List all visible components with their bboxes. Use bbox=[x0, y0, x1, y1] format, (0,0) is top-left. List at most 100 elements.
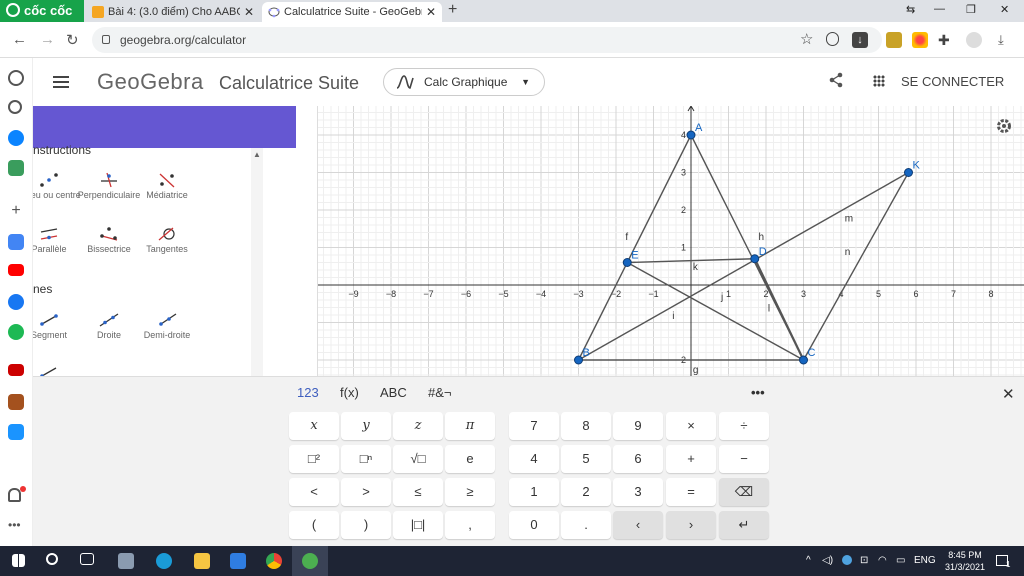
more-icon[interactable]: ••• bbox=[8, 518, 24, 534]
tray-app-icon[interactable] bbox=[842, 555, 852, 565]
messenger-icon[interactable] bbox=[8, 130, 24, 146]
extension-2-icon[interactable] bbox=[912, 32, 928, 48]
tray-app-2-icon[interactable]: ⊡ bbox=[860, 555, 868, 566]
key-1-1[interactable]: □ⁿ bbox=[341, 445, 391, 473]
key-num-2-4[interactable]: ⌫ bbox=[719, 478, 769, 506]
tools-scrollbar[interactable] bbox=[251, 148, 263, 376]
key-num-0-1[interactable]: 8 bbox=[561, 412, 611, 440]
point-A[interactable] bbox=[686, 130, 696, 140]
key-num-3-2[interactable]: ‹ bbox=[613, 511, 663, 539]
key-2-1[interactable]: > bbox=[341, 478, 391, 506]
key-num-2-0[interactable]: 1 bbox=[509, 478, 559, 506]
search-icon[interactable] bbox=[46, 553, 58, 565]
tool-segment[interactable]: Segment bbox=[33, 312, 81, 340]
key-num-3-4[interactable]: ↵ bbox=[719, 511, 769, 539]
key-num-0-3[interactable]: × bbox=[666, 412, 716, 440]
key-3-3[interactable]: , bbox=[445, 511, 495, 539]
key-num-2-1[interactable]: 2 bbox=[561, 478, 611, 506]
key-2-2[interactable]: ≤ bbox=[393, 478, 443, 506]
shield-icon[interactable] bbox=[826, 32, 839, 46]
share-icon[interactable] bbox=[829, 72, 843, 88]
restore-tabs-icon[interactable]: ⇆ bbox=[906, 3, 915, 16]
keyboard-close-button[interactable]: ✕ bbox=[1002, 385, 1015, 403]
keyboard-more-button[interactable]: ••• bbox=[751, 385, 765, 400]
tiki-icon[interactable] bbox=[8, 424, 24, 440]
key-num-0-4[interactable]: ÷ bbox=[719, 412, 769, 440]
app-icon-1[interactable] bbox=[118, 553, 134, 569]
key-num-3-0[interactable]: 0 bbox=[509, 511, 559, 539]
tool-line[interactable]: Droite bbox=[77, 312, 141, 340]
point-E[interactable] bbox=[622, 258, 632, 267]
tool-parallel[interactable]: Parallèle bbox=[33, 226, 81, 254]
key-2-0[interactable]: < bbox=[289, 478, 339, 506]
task-view-icon[interactable] bbox=[80, 553, 94, 565]
close-tab-icon[interactable]: ✕ bbox=[244, 2, 254, 22]
browser-tab-1[interactable]: Bài 4: (3.0 điểm) Cho AABC cả ✕ bbox=[86, 2, 260, 22]
chrome-icon[interactable] bbox=[266, 553, 282, 569]
add-icon[interactable]: + bbox=[8, 203, 24, 220]
download-ext-icon[interactable]: ↓ bbox=[852, 32, 868, 48]
windows-start-icon[interactable] bbox=[12, 554, 25, 567]
notification-bell-icon[interactable] bbox=[8, 488, 21, 502]
key-num-2-2[interactable]: 3 bbox=[613, 478, 663, 506]
facebook-icon[interactable] bbox=[8, 294, 24, 310]
keyboard-tab-symbols[interactable]: #&¬ bbox=[428, 385, 452, 400]
key-num-1-2[interactable]: 6 bbox=[613, 445, 663, 473]
tray-chevron-icon[interactable]: ^ bbox=[806, 555, 811, 566]
browser-tab-2[interactable]: Calculatrice Suite - GeoGebra ✕ bbox=[262, 2, 442, 22]
keyboard-tab-functions[interactable]: f(x) bbox=[340, 385, 359, 400]
key-1-0[interactable]: □² bbox=[289, 445, 339, 473]
close-tab-icon[interactable]: ✕ bbox=[426, 2, 436, 22]
key-num-0-2[interactable]: 9 bbox=[613, 412, 663, 440]
edge-icon[interactable] bbox=[156, 553, 172, 569]
key-num-1-3[interactable]: + bbox=[666, 445, 716, 473]
maximize-button[interactable]: ❐ bbox=[966, 3, 976, 16]
key-3-0[interactable]: ( bbox=[289, 511, 339, 539]
spotify-icon[interactable] bbox=[8, 324, 24, 340]
extension-1-icon[interactable] bbox=[886, 32, 902, 48]
game-icon[interactable] bbox=[8, 160, 24, 176]
tool-perpendicular[interactable]: Perpendiculaire bbox=[77, 172, 141, 200]
tool-more[interactable] bbox=[33, 362, 81, 376]
history-icon[interactable] bbox=[8, 100, 22, 114]
key-num-1-0[interactable]: 4 bbox=[509, 445, 559, 473]
key-0-2[interactable]: z bbox=[393, 412, 443, 440]
minimize-button[interactable]: — bbox=[934, 3, 945, 15]
close-window-button[interactable]: ✕ bbox=[1000, 3, 1009, 16]
tool-perpendicular-bisector[interactable]: Médiatrice bbox=[135, 172, 199, 200]
graphics-settings-gear-icon[interactable] bbox=[996, 118, 1012, 134]
key-num-1-1[interactable]: 5 bbox=[561, 445, 611, 473]
game-2-icon[interactable] bbox=[8, 394, 24, 410]
keyboard-tab-123[interactable]: 123 bbox=[297, 385, 319, 400]
tool-angle-bisector[interactable]: Bissectrice bbox=[77, 226, 141, 254]
key-num-1-4[interactable]: − bbox=[719, 445, 769, 473]
geogebra-logo[interactable]: GeoGebra bbox=[97, 69, 204, 95]
point-D[interactable] bbox=[750, 254, 760, 264]
key-num-3-3[interactable]: › bbox=[666, 511, 716, 539]
puzzle-icon[interactable]: ✚ bbox=[938, 32, 954, 48]
url-field[interactable]: geogebra.org/calculator bbox=[92, 27, 882, 53]
new-tab-button[interactable]: + bbox=[448, 1, 457, 19]
profile-avatar[interactable] bbox=[966, 32, 982, 48]
graph-canvas[interactable]: −9−8−7−6−5−4−3−2−112345678−21234fhkjilmn… bbox=[318, 106, 1024, 376]
scroll-up-arrow-icon[interactable]: ▲ bbox=[253, 150, 261, 159]
back-button[interactable]: ← bbox=[12, 31, 27, 48]
youtube-icon[interactable] bbox=[8, 264, 24, 276]
file-explorer-icon[interactable] bbox=[194, 553, 210, 569]
graphics-view[interactable]: −9−8−7−6−5−4−3−2−112345678−21234fhkjilmn… bbox=[318, 106, 1024, 376]
tool-ray[interactable]: Demi-droite bbox=[135, 312, 199, 340]
vtv-icon[interactable] bbox=[8, 364, 24, 376]
store-icon[interactable] bbox=[230, 553, 246, 569]
language-indicator[interactable]: ENG bbox=[914, 555, 936, 566]
reload-button[interactable]: ↻ bbox=[66, 31, 79, 49]
clock[interactable]: 8:45 PM 31/3/2021 bbox=[940, 549, 990, 573]
bookmark-star-icon[interactable]: ☆ bbox=[800, 30, 813, 48]
key-num-3-1[interactable]: . bbox=[561, 511, 611, 539]
key-3-2[interactable]: |□| bbox=[393, 511, 443, 539]
key-0-1[interactable]: y bbox=[341, 412, 391, 440]
menu-hamburger-icon[interactable] bbox=[53, 76, 69, 88]
key-3-1[interactable]: ) bbox=[341, 511, 391, 539]
key-num-0-0[interactable]: 7 bbox=[509, 412, 559, 440]
volume-icon[interactable]: ◁) bbox=[822, 555, 833, 566]
forward-button[interactable]: → bbox=[40, 31, 55, 48]
